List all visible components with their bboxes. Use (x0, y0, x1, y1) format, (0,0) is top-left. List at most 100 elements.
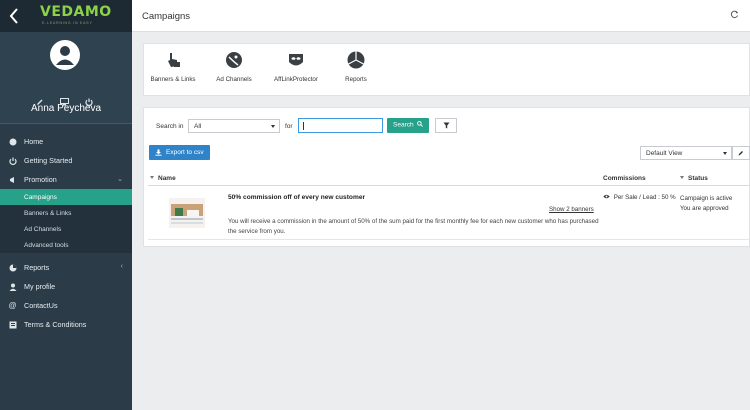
sidebar-item-getting-started[interactable]: Getting Started (0, 151, 132, 170)
logo-tagline: E-LEARNING IN EASY (42, 21, 93, 25)
search-icon (417, 121, 424, 127)
campaign-title: 50% commission off of every new customer (228, 194, 366, 201)
tool-label: Banners & Links (150, 76, 196, 83)
pie-chart-icon (8, 263, 17, 272)
page-header: Campaigns (132, 0, 750, 32)
profile-panel: Anna Peycheva (0, 32, 132, 124)
user-avatar-icon (56, 46, 74, 65)
refresh-button[interactable] (730, 10, 740, 20)
list-icon (8, 320, 17, 329)
status-approved: You are approved (680, 205, 729, 212)
sidebar-subitem-advanced-tools[interactable]: Advanced tools (0, 237, 132, 253)
at-sign-icon: @ (8, 301, 17, 310)
for-label: for (285, 123, 293, 130)
search-in-select[interactable]: All (188, 119, 280, 133)
edit-view-button[interactable] (732, 146, 750, 160)
commission-cell: Per Sale / Lead : 50 % (603, 194, 676, 201)
search-in-value: All (194, 123, 202, 130)
commission-value: Per Sale / Lead : 50 % (613, 194, 676, 201)
column-header-label: Name (158, 175, 176, 182)
tools-panel: Banners & Links Ad Channels AffLinkProte… (143, 43, 750, 96)
pie-chart-icon (346, 50, 366, 70)
sidebar-item-label: Reports (24, 263, 50, 272)
sidebar-item-contactus[interactable]: @ ContactUs (0, 296, 132, 315)
sidebar-item-label: Getting Started (24, 156, 73, 165)
eye-icon[interactable] (603, 194, 610, 199)
sidebar-subitem-banners-links[interactable]: Banners & Links (0, 205, 132, 221)
power-icon (8, 156, 17, 165)
logo: VEDAMO (40, 4, 112, 20)
home-icon (8, 137, 17, 146)
thumbnail-image-block (171, 218, 203, 220)
thumbnail-image-block (171, 222, 203, 224)
sidebar-item-home[interactable]: Home (0, 132, 132, 151)
sidebar: VEDAMO E-LEARNING IN EASY Anna Peycheva … (0, 0, 132, 410)
tool-ad-channels[interactable]: Ad Channels (211, 50, 257, 83)
sidebar-subitem-campaigns[interactable]: Campaigns (0, 189, 132, 205)
pencil-icon (37, 99, 43, 105)
sidebar-top: VEDAMO E-LEARNING IN EASY (0, 0, 132, 32)
column-header-commissions[interactable]: Commissions (603, 175, 646, 182)
column-header-label: Status (688, 175, 708, 182)
back-button[interactable] (4, 4, 24, 28)
caret-down-icon (150, 176, 154, 179)
view-select[interactable]: Default View (640, 146, 732, 160)
sidebar-item-label: Promotion (24, 175, 57, 184)
page-title: Campaigns (142, 11, 191, 22)
filter-button[interactable] (435, 118, 457, 133)
campaigns-panel: Search in All for Search Export to csv D… (143, 107, 750, 247)
thumbnail-image-block (175, 208, 183, 216)
thumbnail-image-block (187, 210, 199, 216)
show-banners-link[interactable]: Show 2 banners (549, 206, 594, 213)
logout-button[interactable] (85, 98, 95, 108)
filter-icon (443, 122, 449, 129)
sidebar-subitem-ad-channels[interactable]: Ad Channels (0, 221, 132, 237)
caret-down-icon (680, 176, 684, 179)
sidebar-item-label: ContactUs (24, 301, 58, 310)
tool-label: Ad Channels (216, 76, 252, 83)
status-active: Campaign is active (680, 195, 733, 202)
search-in-label: Search in (156, 123, 184, 130)
user-icon (8, 282, 17, 291)
search-input[interactable] (298, 118, 383, 133)
tool-label: AffLinkProtector (274, 76, 318, 83)
refresh-icon (730, 10, 739, 19)
tool-afflinkprotector[interactable]: AffLinkProtector (268, 50, 324, 83)
sidebar-item-terms[interactable]: Terms & Conditions (0, 315, 132, 334)
status-cell: Campaign is active You are approved (680, 194, 732, 214)
sidebar-item-my-profile[interactable]: My profile (0, 277, 132, 296)
caret-down-icon (271, 125, 275, 128)
megaphone-icon (8, 175, 17, 184)
sidebar-item-label: Terms & Conditions (24, 320, 87, 329)
edit-profile-button[interactable] (36, 98, 46, 108)
campaign-thumbnail[interactable] (169, 198, 205, 228)
chevron-left-icon: ‹ (120, 263, 123, 270)
view-value: Default View (646, 150, 683, 157)
search-button-label: Search (393, 121, 414, 129)
tool-banners-links[interactable]: Banners & Links (147, 50, 199, 83)
campaign-description: You will receive a commission in the amo… (228, 218, 599, 235)
download-icon (155, 149, 162, 156)
tool-reports[interactable]: Reports (336, 50, 376, 83)
text-cursor (303, 122, 304, 130)
pencil-icon (738, 151, 743, 156)
sidebar-menu: Home Getting Started Promotion ⌄ Campaig… (0, 132, 132, 334)
power-icon (85, 98, 93, 106)
sidebar-item-label: Home (24, 137, 44, 146)
table-row[interactable]: 50% commission off of every new customer… (148, 188, 750, 240)
column-header-status[interactable]: Status (680, 175, 708, 182)
chevron-down-icon: ⌄ (117, 176, 123, 183)
monitor-button[interactable] (60, 98, 70, 108)
chevron-left-icon (9, 8, 18, 24)
column-header-name[interactable]: Name (150, 175, 176, 182)
caret-down-icon (723, 152, 727, 155)
table-header: Name Commissions Status (148, 172, 750, 186)
hand-pointer-icon (163, 50, 183, 70)
sidebar-item-reports[interactable]: Reports ‹ (0, 258, 132, 277)
promotion-submenu: Campaigns Banners & Links Ad Channels Ad… (0, 189, 132, 253)
sidebar-item-promotion[interactable]: Promotion ⌄ (0, 170, 132, 189)
sidebar-item-label: My profile (24, 282, 56, 291)
export-csv-button[interactable]: Export to csv (149, 145, 210, 160)
avatar[interactable] (50, 40, 80, 70)
search-button[interactable]: Search (387, 118, 430, 133)
